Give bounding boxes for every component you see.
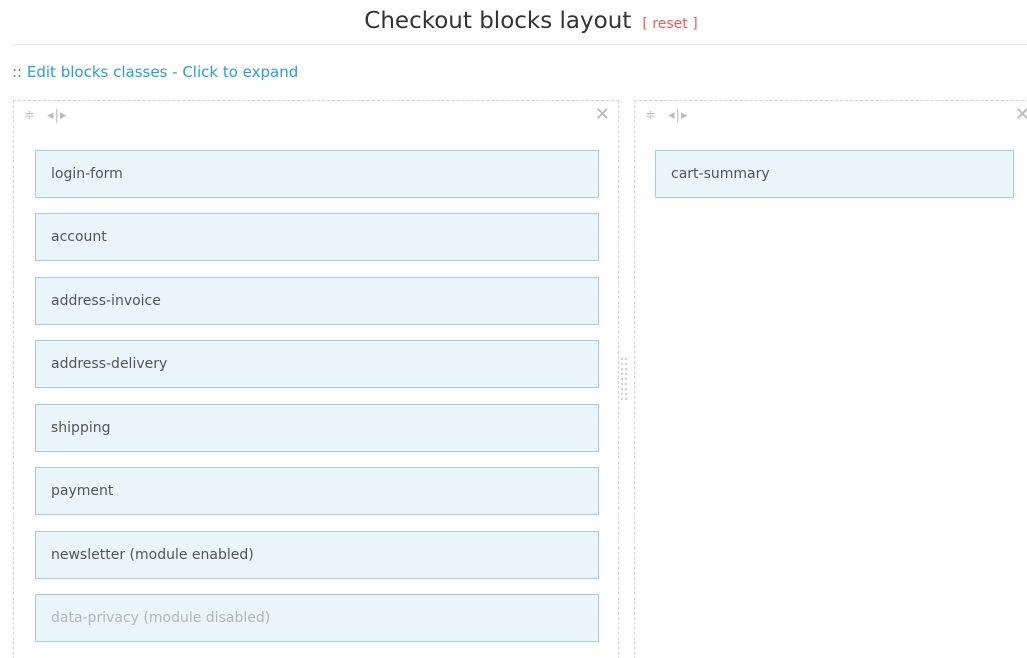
title-row: Checkout blocks layout [ reset ]: [0, 8, 1027, 34]
block-payment[interactable]: payment: [35, 467, 599, 515]
column-tools: ≑ ◂|▸: [24, 108, 73, 123]
column-tools: ≑ ◂|▸: [645, 108, 694, 123]
checkout-layout-page: Checkout blocks layout [ reset ] :: Edit…: [0, 0, 1027, 658]
layout-column-right: ≑ ◂|▸ ✕ cart-summary: [634, 100, 1027, 658]
page-title: Checkout blocks layout: [364, 8, 632, 34]
resize-icon[interactable]: ◂|▸: [668, 108, 688, 123]
block-address-delivery[interactable]: address-delivery: [35, 340, 599, 388]
block-address-invoice[interactable]: address-invoice: [35, 277, 599, 325]
block-newsletter[interactable]: newsletter (module enabled): [35, 531, 599, 579]
close-icon[interactable]: ✕: [595, 105, 610, 125]
block-login-form[interactable]: login-form: [35, 150, 599, 198]
resize-icon[interactable]: ◂|▸: [47, 108, 67, 123]
block-data-privacy[interactable]: data-privacy (module disabled): [35, 594, 599, 642]
move-icon[interactable]: ≑: [645, 108, 657, 123]
block-cart-summary[interactable]: cart-summary: [655, 150, 1014, 198]
close-icon[interactable]: ✕: [1015, 105, 1027, 125]
title-divider: [12, 44, 1027, 45]
edit-prefix: ::: [12, 63, 23, 81]
column-splitter-handle[interactable]: [621, 358, 629, 406]
edit-classes-row: :: Edit blocks classes - Click to expand: [12, 63, 298, 81]
reset-link[interactable]: [ reset ]: [642, 16, 697, 32]
edit-blocks-classes-link[interactable]: Edit blocks classes - Click to expand: [27, 63, 298, 81]
layout-column-left: ≑ ◂|▸ ✕ login-form account address-invoi…: [13, 100, 619, 658]
block-shipping[interactable]: shipping: [35, 404, 599, 452]
move-icon[interactable]: ≑: [24, 108, 36, 123]
block-account[interactable]: account: [35, 213, 599, 261]
